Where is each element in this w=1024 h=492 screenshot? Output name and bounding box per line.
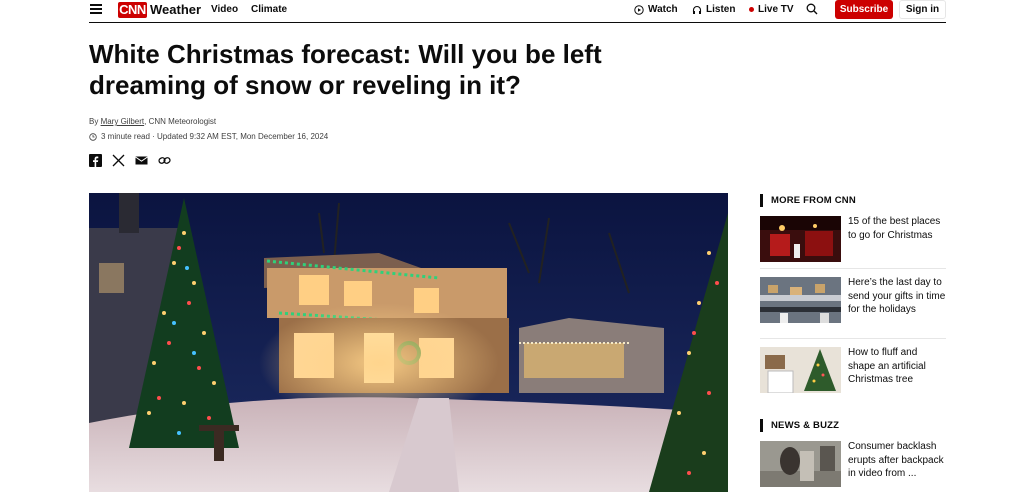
more-item-1[interactable]: 15 of the best places to go for Christma… [760, 216, 946, 262]
live-dot-icon [749, 7, 754, 12]
menu-icon[interactable] [90, 4, 102, 14]
christmas-house-photo [89, 193, 728, 492]
headphones-icon [692, 5, 702, 14]
facebook-icon[interactable] [89, 154, 102, 167]
x-icon[interactable] [112, 154, 125, 167]
more-item-1-thumbnail[interactable] [760, 216, 841, 262]
clock-icon [89, 132, 97, 141]
nav-video[interactable]: Video [211, 4, 238, 15]
more-item-2-title[interactable]: Here’s the last day to send your gifts i… [848, 276, 946, 323]
timestamp-text: 3 minute read · Updated 9:32 AM EST, Mon… [101, 132, 329, 141]
more-from-cnn-heading: MORE FROM CNN [760, 194, 856, 207]
byline: By Mary Gilbert, CNN Meteorologist [89, 117, 216, 126]
listen-link[interactable]: Listen [692, 4, 735, 15]
holiday-store-thumbnail-image [760, 216, 841, 262]
sign-in-button[interactable]: Sign in [899, 0, 946, 19]
sidebar-divider [760, 268, 946, 269]
hero-image[interactable] [89, 193, 728, 492]
listen-label: Listen [706, 4, 736, 15]
email-icon[interactable] [135, 154, 148, 167]
more-item-1-title[interactable]: 15 of the best places to go for Christma… [848, 215, 946, 262]
news-item-1-title[interactable]: Consumer backlash erupts after backpack … [848, 440, 946, 487]
article-timestamp: 3 minute read · Updated 9:32 AM EST, Mon… [89, 132, 328, 141]
artificial-tree-thumbnail-image [760, 347, 841, 393]
watch-label: Watch [648, 4, 678, 15]
header-divider [89, 22, 946, 23]
cnn-logo[interactable]: CNN [118, 2, 147, 18]
author-title: , CNN Meteorologist [144, 117, 217, 126]
share-bar [89, 154, 171, 167]
package-sorting-thumbnail-image [760, 277, 841, 323]
top-navigation: CNN Weather Video Climate Watch Listen L… [0, 0, 1024, 23]
news-buzz-heading: NEWS & BUZZ [760, 419, 839, 432]
more-item-2-thumbnail[interactable] [760, 277, 841, 323]
more-item-3-title[interactable]: How to fluff and shape an artificial Chr… [848, 346, 946, 393]
brand-label[interactable]: Weather [150, 2, 201, 17]
news-item-1-thumbnail[interactable] [760, 441, 841, 487]
news-item-1[interactable]: Consumer backlash erupts after backpack … [760, 441, 946, 487]
backpack-video-thumbnail-image [760, 441, 841, 487]
nav-climate[interactable]: Climate [251, 4, 287, 15]
article-headline: White Christmas forecast: Will you be le… [89, 39, 602, 100]
author-link[interactable]: Mary Gilbert [101, 117, 145, 126]
live-tv-label: Live TV [758, 4, 794, 15]
watch-link[interactable]: Watch [634, 4, 678, 15]
link-icon[interactable] [158, 154, 171, 167]
more-item-3-thumbnail[interactable] [760, 347, 841, 393]
subscribe-button[interactable]: Subscribe [835, 0, 893, 19]
more-item-2[interactable]: Here’s the last day to send your gifts i… [760, 277, 946, 323]
more-item-3[interactable]: How to fluff and shape an artificial Chr… [760, 347, 946, 393]
sidebar-divider [760, 338, 946, 339]
live-tv-link[interactable]: Live TV [749, 4, 794, 15]
play-circle-icon [634, 4, 644, 15]
search-icon[interactable] [806, 3, 818, 15]
byline-prefix: By [89, 117, 101, 126]
